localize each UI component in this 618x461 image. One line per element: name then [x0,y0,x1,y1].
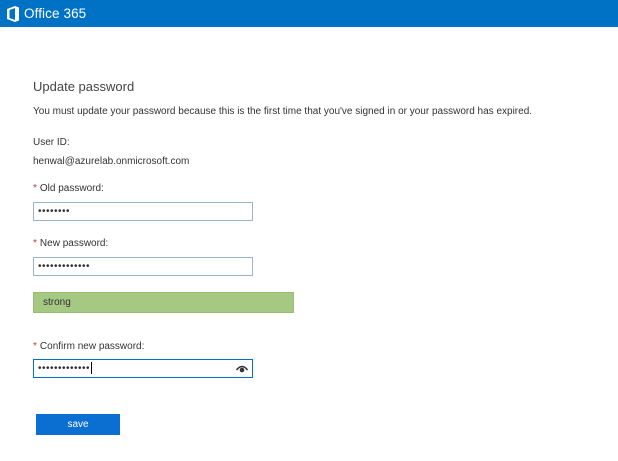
old-password-label: * Old password: [33,183,104,194]
new-password-label: * New password: [33,238,108,249]
old-password-value: •••••••• [38,206,71,217]
office-logo-icon [7,5,19,22]
user-id-label: User ID: [33,137,70,148]
user-id-value: henwal@azurelab.onmicrosoft.com [33,156,190,167]
required-marker: * [33,341,37,352]
confirm-password-field[interactable]: ••••••••••••• [33,359,253,378]
confirm-password-label-text: Confirm new password: [39,341,145,352]
confirm-password-label: * Confirm new password: [33,341,144,352]
top-bar: Office 365 [0,0,618,27]
new-password-label-text: New password: [39,238,109,249]
confirm-password-value: ••••••••••••• [38,362,93,375]
new-password-field[interactable]: ••••••••••••• [33,257,253,276]
page-title: Update password [33,79,135,94]
eye-icon[interactable] [236,364,248,374]
required-marker: * [33,238,37,249]
new-password-value: ••••••••••••• [38,261,91,272]
password-strength-indicator: strong [33,292,294,313]
text-caret [91,362,93,375]
old-password-label-text: Old password: [39,183,104,194]
brand-title: Office 365 [24,6,87,21]
save-button[interactable]: save [36,414,120,435]
form-description: You must update your password because th… [33,106,533,117]
old-password-field[interactable]: •••••••• [33,202,253,221]
password-strength-label: strong [43,297,71,308]
required-marker: * [33,183,37,194]
